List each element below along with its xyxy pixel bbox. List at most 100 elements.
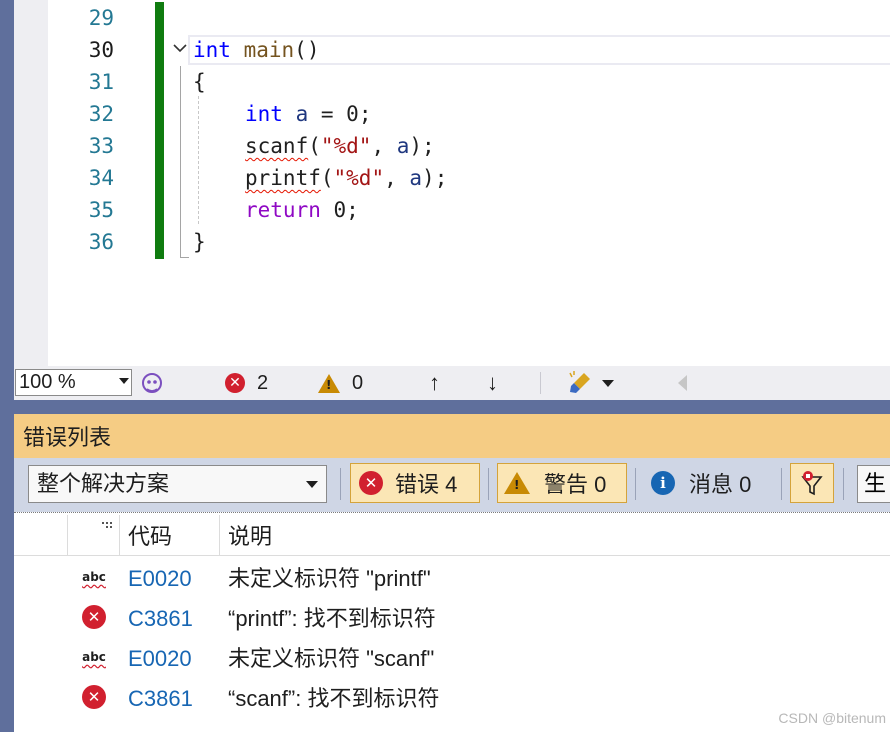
- table-row[interactable]: abc E0020 未定义标识符 "scanf": [14, 637, 890, 677]
- keyword: int: [245, 102, 283, 126]
- error-list-toolbar: 整个解决方案 ✕ 错误 4 ! 警告 0 i 消息 0 生: [14, 458, 890, 512]
- punct: ,: [384, 166, 410, 190]
- code-line-33: scanf("%d", a);: [245, 130, 435, 162]
- line-number: 33: [88, 134, 114, 158]
- error-circle-icon: ✕: [80, 605, 108, 629]
- panel-splitter[interactable]: [14, 400, 890, 414]
- code-line-36: }: [193, 230, 206, 254]
- table-row[interactable]: abc E0020 未定义标识符 "printf": [14, 557, 890, 597]
- code-cleanup-button[interactable]: [568, 366, 614, 400]
- column-options-icon: [102, 522, 112, 528]
- line-number: 36: [88, 230, 114, 254]
- zoom-select[interactable]: 100 %: [15, 369, 132, 396]
- warning-triangle-icon: !: [318, 373, 340, 393]
- error-code[interactable]: C3861: [128, 597, 193, 641]
- brush-icon: [569, 371, 590, 393]
- error-count-indicator[interactable]: ✕ 2: [225, 366, 268, 400]
- next-issue-button[interactable]: ↓: [487, 366, 498, 400]
- function-name: main: [243, 38, 295, 62]
- line-number-current: 30: [88, 38, 114, 62]
- code-text: 0;: [320, 198, 359, 222]
- column-header-description[interactable]: 说明: [220, 515, 890, 555]
- separator: [540, 372, 541, 394]
- dropdown-arrow-icon: [602, 379, 614, 387]
- error-code[interactable]: C3861: [128, 677, 193, 721]
- code-line-32: int a = 0;: [245, 98, 371, 130]
- watermark: CSDN @bitenum: [778, 710, 886, 726]
- indent-guide: [198, 96, 199, 224]
- code-line-34: printf("%d", a);: [245, 162, 447, 194]
- punct: );: [422, 166, 448, 190]
- warnings-filter-toggle[interactable]: ! 警告 0: [497, 463, 627, 503]
- messages-label: 消息 0: [689, 472, 752, 497]
- warning-triangle-icon: !: [504, 472, 530, 494]
- zoom-value: 100 %: [19, 371, 76, 393]
- left-frame-strip: [0, 0, 14, 732]
- up-arrow-icon: ↑: [429, 370, 440, 395]
- outlining-end: [180, 257, 189, 258]
- separator: [843, 468, 844, 500]
- string-literal: "%d": [333, 166, 385, 190]
- build-source-select[interactable]: 生: [857, 465, 890, 503]
- dropdown-arrow-icon: [119, 378, 129, 384]
- error-list-grid: 代码 说明 abc E0020 未定义标识符 "printf" ✕ C3861 …: [14, 512, 890, 732]
- punct: ,: [371, 134, 397, 158]
- column-header-row: 代码 说明: [14, 515, 890, 556]
- variable: a: [409, 166, 423, 190]
- scope-select[interactable]: 整个解决方案: [28, 465, 327, 503]
- warnings-label: 警告 0: [544, 472, 607, 497]
- error-circle-icon: ✕: [359, 471, 383, 495]
- error-description: “printf”: 找不到标识符: [228, 606, 436, 631]
- outlining-line: [180, 66, 181, 258]
- build-source-value: 生: [864, 471, 887, 496]
- keyword: return: [245, 198, 321, 222]
- errors-label: 错误 4: [395, 472, 458, 497]
- table-row[interactable]: ✕ C3861 “scanf”: 找不到标识符: [14, 677, 890, 717]
- error-list-title: 错误列表: [14, 414, 890, 458]
- down-arrow-icon: ↓: [487, 370, 498, 395]
- error-circle-icon: ✕: [225, 373, 245, 393]
- error-circle-icon: ✕: [80, 685, 108, 709]
- previous-issue-button[interactable]: ↑: [429, 366, 440, 400]
- string-literal: "%d": [320, 134, 372, 158]
- editor-indicator-margin: [14, 0, 48, 366]
- filter-toggle-button[interactable]: [790, 463, 834, 503]
- error-description: “scanf”: 找不到标识符: [228, 686, 440, 711]
- error-description: 未定义标识符 "printf": [228, 566, 431, 591]
- undefined-identifier[interactable]: scanf: [245, 134, 308, 158]
- line-number: 35: [88, 198, 114, 222]
- line-number: 29: [88, 6, 114, 30]
- collapse-chevron-icon[interactable]: [170, 38, 190, 60]
- abc-squiggle-icon: abc: [82, 570, 106, 584]
- abc-squiggle-icon: abc: [82, 650, 106, 664]
- filter-icon: [801, 471, 823, 496]
- messages-filter-toggle[interactable]: i 消息 0: [651, 463, 781, 503]
- code-line-31: {: [193, 70, 206, 94]
- scope-value: 整个解决方案: [37, 471, 170, 496]
- undefined-identifier[interactable]: printf: [245, 166, 321, 190]
- punct: (): [294, 38, 320, 62]
- error-count: 2: [257, 371, 269, 394]
- column-header-severity[interactable]: [68, 515, 120, 555]
- separator: [340, 468, 341, 500]
- scroll-left-arrow-icon[interactable]: [678, 366, 687, 400]
- dropdown-arrow-icon: [306, 481, 318, 488]
- error-description: 未定义标识符 "scanf": [228, 646, 435, 671]
- warning-count-indicator[interactable]: ! 0: [318, 366, 363, 400]
- warning-count: 0: [352, 371, 364, 394]
- punct: (: [320, 166, 334, 190]
- copilot-icon[interactable]: [140, 366, 164, 400]
- error-code[interactable]: E0020: [128, 637, 192, 681]
- column-header-blank[interactable]: [14, 515, 68, 555]
- change-tracking-bar: [155, 2, 164, 259]
- error-code[interactable]: E0020: [128, 557, 192, 601]
- punct: );: [409, 134, 435, 158]
- separator: [488, 468, 489, 500]
- separator: [635, 468, 636, 500]
- table-row[interactable]: ✕ C3861 “printf”: 找不到标识符: [14, 597, 890, 637]
- column-header-code[interactable]: 代码: [120, 515, 220, 555]
- variable: a: [295, 102, 309, 126]
- code-line-35: return 0;: [245, 194, 359, 226]
- errors-filter-toggle[interactable]: ✕ 错误 4: [350, 463, 480, 503]
- line-number: 34: [88, 166, 114, 190]
